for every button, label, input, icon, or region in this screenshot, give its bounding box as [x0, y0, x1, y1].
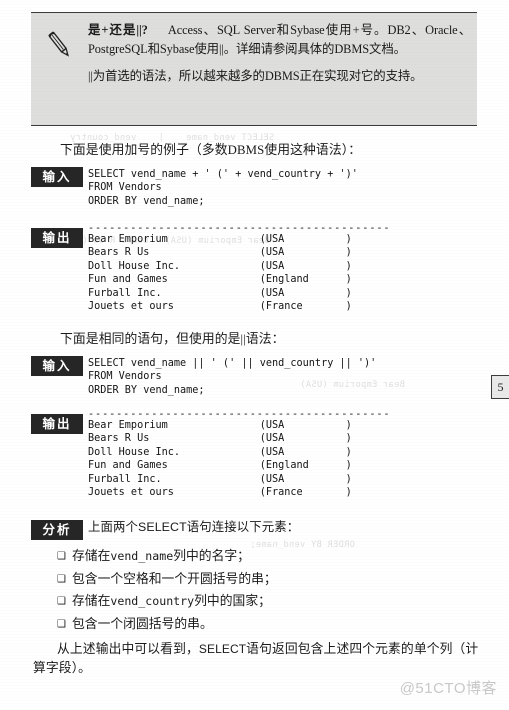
- section-1-input-label: 输入: [31, 167, 83, 187]
- section-1-intro: 下面是使用加号的例子（多数DBMS使用这种语法）：: [60, 143, 362, 157]
- analysis-bullet-text: 存储在vend_country列中的国家；: [71, 594, 271, 608]
- output-row: Jouets et ours (France ): [88, 301, 352, 313]
- analysis-bullet-text: 包含一个闭圆括号的串。: [71, 616, 213, 631]
- page-number-tab: 5: [491, 375, 509, 399]
- output-row: Bears R Us (USA ): [88, 433, 352, 445]
- tip-note-paragraph-1: 是+还是||? Access、SQL Server和Sybase使用+号。DB2…: [88, 21, 471, 58]
- tip-note-paragraph-2: ||为首选的语法，所以越来越多的DBMS正在实现对它的支持。: [88, 69, 423, 83]
- section-2-intro: 下面是相同的语句，但使用的是||语法：: [60, 332, 285, 346]
- section-2-output-rows: Bear Emporium (USA ) Bears R Us (USA ) Dol…: [88, 419, 352, 499]
- tip-note-box: 是+还是||? Access、SQL Server和Sybase使用+号。DB2…: [31, 12, 477, 126]
- output-row: Doll House Inc. (USA ): [88, 260, 352, 272]
- watermark: @51CTO博客: [399, 680, 497, 697]
- tip-note-title: 是+还是||?: [88, 23, 148, 37]
- pencil-icon: [48, 31, 69, 57]
- output-row: Jouets et ours (France ): [88, 487, 352, 499]
- output-row: Bears R Us (USA ): [88, 247, 352, 259]
- analysis-bullet-text: 包含一个空格和一个开圆括号的串；: [71, 571, 277, 586]
- inline-code: vend_country: [110, 594, 195, 608]
- analysis-label: 分析: [31, 520, 83, 540]
- square-bullet-icon: ❑: [57, 551, 66, 562]
- output-row: Fun and Games (England ): [88, 460, 352, 472]
- analysis-bullet-text: 存储在vend_name列中的名字；: [71, 549, 250, 563]
- closing-keyword: SELECT: [198, 642, 247, 656]
- square-bullet-icon: ❑: [57, 573, 66, 585]
- output-row: Fun and Games (England ): [88, 274, 352, 286]
- section-1-output-rows: Bear Emporium (USA ) Bears R Us (USA ) Dol…: [88, 233, 352, 313]
- closing-text-b: 语句返回包含上述四个元素的单个: [246, 642, 440, 656]
- analysis-bullet-list: ❑ 存储在vend_name列中的名字； ❑ 包含一个空格和一个开圆括号的串； ❑ 存储在…: [57, 546, 277, 636]
- square-bullet-icon: ❑: [57, 596, 66, 607]
- output-row: Furball Inc. (USA ): [88, 473, 352, 485]
- section-1-input-code: SELECT vend_name + ' (' + vend_country +…: [88, 169, 358, 207]
- closing-text-a: 从上述输出中可以看到，: [57, 642, 199, 656]
- section-2-input-label: 输入: [31, 356, 83, 376]
- output-row: Bear Emporium (USA ): [88, 234, 352, 245]
- inline-code: vend_name: [110, 549, 174, 563]
- section-2-output-label: 输出: [31, 414, 83, 434]
- analysis-bullet-item: ❑ 存储在vend_name列中的名字；: [57, 546, 277, 569]
- output-row: Bear Emporium (USA ): [88, 420, 352, 431]
- square-bullet-icon: ❑: [57, 618, 66, 630]
- analysis-lead: 上面两个SELECT语句连接以下元素：: [88, 520, 300, 534]
- section-2-input-code: SELECT vend_name || ' (' || vend_country…: [88, 358, 377, 396]
- section-1-output-label: 输出: [31, 228, 83, 248]
- analysis-bullet-item: ❑ 包含一个空格和一个开圆括号的串；: [57, 569, 277, 592]
- analysis-bullet-item: ❑ 存储在vend_country列中的国家；: [57, 591, 277, 614]
- output-row: Furball Inc. (USA ): [88, 287, 352, 299]
- closing-paragraph: 从上述输出中可以看到，SELECT语句返回包含上述四个元素的单个列（计算字段）。: [33, 640, 483, 678]
- output-row: Doll House Inc. (USA ): [88, 446, 352, 458]
- analysis-bullet-item: ❑ 包含一个闭圆括号的串。: [57, 614, 277, 637]
